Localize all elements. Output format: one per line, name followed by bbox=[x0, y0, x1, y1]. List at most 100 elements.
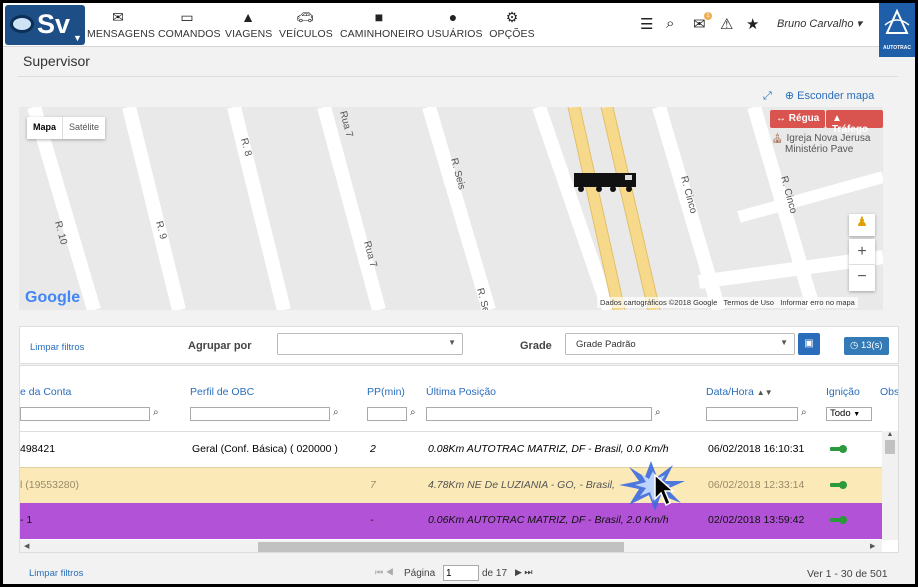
user-menu[interactable]: Bruno Carvalho ▾ bbox=[777, 17, 862, 30]
poi-name: Igreja Nova Jerusa bbox=[786, 133, 871, 144]
terms-link[interactable]: Termos de Uso bbox=[724, 298, 774, 307]
scroll-right-icon[interactable]: ▶ bbox=[870, 542, 875, 550]
attribution-data: Dados cartográficos ©2018 Google bbox=[600, 298, 718, 307]
map[interactable]: R. 10 R. 9 R. 8 Rua 7 Rua 7 R. Seis R. S… bbox=[19, 107, 883, 310]
zoom-in-button[interactable]: + bbox=[849, 239, 875, 265]
street-view-pegman-icon[interactable]: ♟ bbox=[849, 214, 875, 236]
record-range: Ver 1 - 30 de 501 bbox=[807, 568, 888, 580]
grid-label: Grade bbox=[520, 340, 552, 352]
chevron-down-icon: ▼ bbox=[448, 338, 456, 347]
ruler-button[interactable]: ↔ Régua bbox=[770, 110, 826, 128]
filter-input-obc-profile[interactable] bbox=[190, 407, 330, 421]
nav-viagens[interactable]: ▲ VIAGENS bbox=[225, 9, 273, 43]
filter-input-position[interactable] bbox=[426, 407, 652, 421]
chevron-down-icon: ▼ bbox=[853, 411, 861, 418]
road-icon: ▲ bbox=[241, 9, 255, 25]
column-header-pp[interactable]: PP(min) bbox=[367, 386, 405, 398]
app-window: Sv ▼ ✉ MENSAGENS ▭ COMANDOS ▲ VIAGENS 🚗︎… bbox=[3, 3, 915, 584]
nav-comandos[interactable]: ▭ COMANDOS bbox=[158, 9, 221, 43]
search-icon[interactable]: ⌕ bbox=[801, 407, 807, 418]
column-header-datetime[interactable]: Data/Hora ▲▼ bbox=[706, 386, 773, 398]
nav-usuarios[interactable]: ● USUÁRIOS bbox=[427, 9, 483, 43]
table-row[interactable]: - 1 - 0.06Km AUTOTRAC MATRIZ, DF - Brasi… bbox=[20, 503, 882, 539]
save-grid-button[interactable]: ▣ bbox=[798, 333, 820, 355]
brand-text: AUTOTRAC bbox=[883, 45, 911, 51]
vehicle-table: e da Conta Perfil de OBC PP(min) Última … bbox=[19, 365, 899, 553]
nav-caminhoneiro[interactable]: ■ CAMINHONEIRO bbox=[340, 9, 425, 43]
search-icon[interactable]: ⌕ bbox=[666, 15, 674, 32]
cell-account: 498421 bbox=[20, 443, 56, 455]
search-icon[interactable]: ⌕ bbox=[410, 407, 416, 418]
search-icon[interactable]: ⌕ bbox=[333, 407, 339, 418]
table-row-selected[interactable]: l (19553280) 7 4.78Km NE De LUZIANIA - G… bbox=[20, 467, 882, 503]
divider bbox=[18, 76, 898, 77]
street-label: Rua 7 bbox=[337, 110, 355, 139]
car-icon: 🚗︎ bbox=[296, 9, 314, 25]
refresh-count-button[interactable]: ◷ 13(s) bbox=[844, 337, 889, 355]
horizontal-scrollbar[interactable]: ◀ ▶ bbox=[20, 540, 882, 552]
list-icon[interactable]: ☰ bbox=[640, 15, 653, 33]
search-icon[interactable]: ⌕ bbox=[655, 407, 661, 418]
column-header-last-position[interactable]: Última Posição bbox=[426, 386, 496, 398]
scroll-thumb[interactable] bbox=[885, 440, 895, 454]
star-icon[interactable]: ★ bbox=[746, 15, 759, 33]
click-burst-icon bbox=[619, 461, 685, 511]
map-type-map[interactable]: Mapa bbox=[27, 117, 62, 139]
scroll-thumb[interactable] bbox=[258, 542, 624, 552]
report-error-link[interactable]: Informar erro no mapa bbox=[780, 298, 855, 307]
next-last-page-icon[interactable]: ▶ ⏭ bbox=[515, 567, 533, 578]
traffic-button[interactable]: ▲ Tráfego bbox=[826, 110, 883, 135]
cell-datetime: 06/02/2018 16:10:31 bbox=[708, 443, 805, 455]
table-row[interactable]: 498421 Geral (Conf. Básica) ( 020000 ) 2… bbox=[20, 431, 882, 467]
page-number-input[interactable] bbox=[443, 565, 479, 581]
filter-input-datetime[interactable] bbox=[706, 407, 798, 421]
first-prev-page-icon[interactable]: ⏮ ◀ bbox=[375, 567, 394, 578]
scroll-left-icon[interactable]: ◀ bbox=[24, 542, 29, 550]
nav-label: CAMINHONEIRO bbox=[340, 28, 425, 40]
hide-map-link[interactable]: ⊕ Esconder mapa bbox=[785, 90, 874, 102]
nav-label: VIAGENS bbox=[225, 28, 273, 40]
notification-badge: 1 bbox=[704, 12, 712, 20]
nav-label: USUÁRIOS bbox=[427, 28, 483, 40]
filter-input-pp[interactable] bbox=[367, 407, 407, 421]
expand-icon[interactable]: ⤢ bbox=[763, 90, 772, 102]
eye-logo-icon bbox=[10, 15, 34, 33]
map-poi[interactable]: ⛪︎ Igreja Nova Jerusa Ministério Pave bbox=[771, 133, 870, 155]
ignition-key-icon bbox=[830, 481, 847, 489]
google-logo[interactable]: Google bbox=[25, 289, 80, 307]
nav-label: COMANDOS bbox=[158, 28, 221, 40]
mouse-cursor bbox=[611, 455, 691, 515]
zoom-out-button[interactable]: − bbox=[849, 265, 875, 291]
chevron-down-icon: ▼ bbox=[780, 338, 788, 347]
column-header-account[interactable]: e da Conta bbox=[20, 386, 71, 398]
grid-select[interactable]: Grade Padrão ▼ bbox=[565, 333, 795, 355]
column-header-obc-profile[interactable]: Perfil de OBC bbox=[190, 386, 254, 398]
cell-position: 4.78Km NE De LUZIANIA - GO, - Brasil, bbox=[428, 479, 615, 491]
clear-filters-link[interactable]: Limpar filtros bbox=[29, 568, 83, 579]
page-label: Página bbox=[404, 568, 436, 579]
clear-filters-link[interactable]: Limpar filtros bbox=[30, 342, 84, 353]
column-header-obs[interactable]: Obs bbox=[880, 386, 898, 398]
app-logo[interactable]: Sv ▼ bbox=[5, 5, 85, 45]
map-tools: ⤢ ⊕ Esconder mapa bbox=[763, 89, 874, 103]
clock-icon: ◷ bbox=[850, 340, 859, 351]
nav-mensagens[interactable]: ✉ MENSAGENS bbox=[87, 9, 155, 43]
search-icon[interactable]: ⌕ bbox=[153, 407, 159, 418]
group-by-select[interactable]: ▼ bbox=[277, 333, 463, 355]
datetime-header-label: Data/Hora bbox=[706, 386, 754, 398]
truck-marker-icon[interactable] bbox=[574, 173, 636, 192]
warning-icon[interactable]: ⚠ bbox=[720, 15, 733, 33]
map-type-satellite[interactable]: Satélite bbox=[62, 117, 105, 139]
refresh-count-label: 13(s) bbox=[860, 340, 883, 351]
filter-input-account[interactable] bbox=[20, 407, 150, 421]
nav-opcoes[interactable]: ⚙ OPÇÕES bbox=[489, 9, 535, 43]
page-total: de 17 bbox=[482, 568, 508, 579]
scroll-up-icon[interactable]: ▲ bbox=[882, 431, 898, 438]
column-header-ignition[interactable]: Ignição bbox=[826, 386, 860, 398]
nav-veiculos[interactable]: 🚗︎ VEÍCULOS bbox=[279, 9, 333, 43]
filter-select-ignition[interactable]: Todo ▼ bbox=[826, 407, 872, 421]
user-icon: ● bbox=[448, 9, 458, 25]
cell-account: l (19553280) bbox=[20, 479, 79, 491]
vertical-scrollbar[interactable]: ▲ bbox=[882, 431, 898, 540]
page-title: Supervisor bbox=[23, 53, 90, 69]
